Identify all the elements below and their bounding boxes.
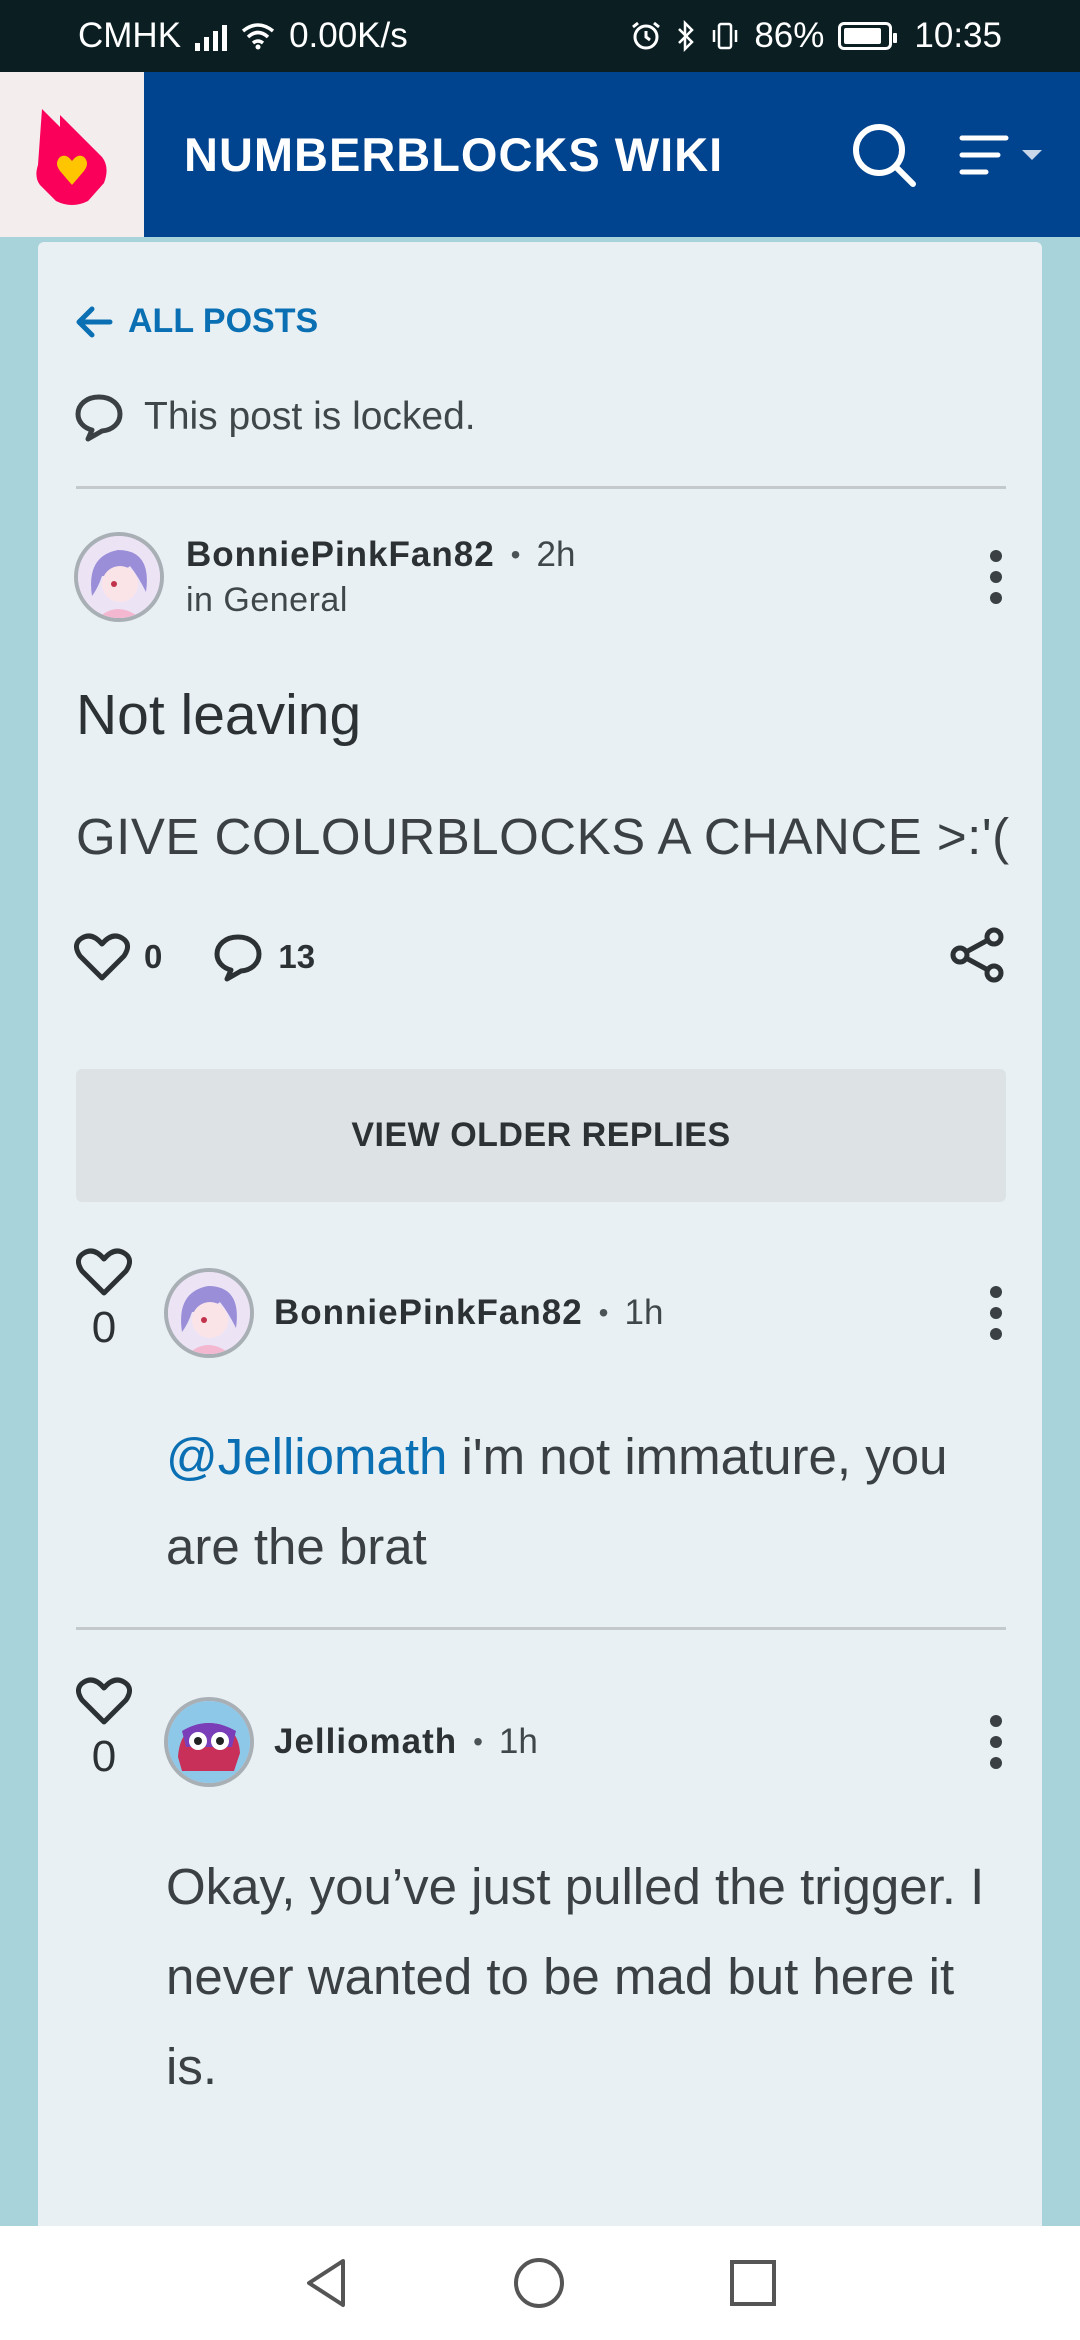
avatar[interactable] (164, 1697, 254, 1787)
reply-author-name[interactable]: Jelliomath (274, 1722, 457, 1762)
divider (76, 1627, 1006, 1630)
post-author-name[interactable]: BonniePinkFan82 (186, 535, 495, 575)
post-header: BonniePinkFan82 • 2h in General (74, 532, 575, 622)
bonnie-avatar-image (168, 1272, 250, 1354)
share-button[interactable] (948, 927, 1006, 988)
bluetooth-icon (678, 20, 695, 52)
reply-more-options-button[interactable] (976, 1707, 1016, 1777)
post-actions: 0 13 (74, 927, 1006, 987)
battery-icon (838, 22, 898, 50)
reply-header: BonniePinkFan82 • 1h (164, 1268, 663, 1358)
status-bar: CMHK 0.00K/s 86% 10:35 (0, 0, 1080, 72)
reply-like-button[interactable]: 0 (74, 1676, 134, 1782)
separator-dot: • (473, 1726, 483, 1757)
reply-like-count: 0 (91, 1732, 117, 1781)
bonnie-avatar-image (78, 536, 160, 618)
post-more-options-button[interactable] (976, 542, 1016, 612)
arrow-left-icon (76, 306, 113, 337)
wiki-title[interactable]: NUMBERBLOCKS WIKI (184, 127, 844, 182)
locked-notice: This post is locked. (74, 392, 476, 442)
clock: 10:35 (914, 16, 1002, 55)
divider (76, 486, 1006, 489)
avatar[interactable] (74, 532, 164, 622)
back-nav-icon[interactable] (301, 2255, 351, 2311)
post-title: Not leaving (76, 683, 362, 747)
reply-more-options-button[interactable] (976, 1278, 1016, 1348)
all-posts-label: ALL POSTS (128, 302, 319, 340)
view-older-replies-button[interactable]: VIEW OLDER REPLIES (76, 1069, 1006, 1202)
share-icon (950, 927, 1004, 983)
comment-count: 13 (278, 938, 316, 975)
all-posts-link[interactable]: ALL POSTS (74, 302, 318, 341)
search-icon (853, 123, 916, 187)
recents-nav-icon[interactable] (727, 2257, 779, 2309)
wifi-icon (241, 23, 275, 50)
reply-like-button[interactable]: 0 (74, 1247, 134, 1353)
comments-button[interactable]: 13 (212, 932, 315, 982)
reply-like-count: 0 (91, 1303, 117, 1352)
reply-body: Okay, you’ve just pulled the trigger. I … (166, 1858, 985, 2095)
avatar[interactable] (164, 1268, 254, 1358)
heart-icon (74, 933, 130, 981)
post-body: GIVE COLOURBLOCKS A CHANCE >:'( (76, 808, 1010, 865)
menu-icon (959, 135, 1042, 174)
fandom-heart-logo-icon (36, 108, 107, 205)
post-category[interactable]: in General (186, 581, 575, 620)
separator-dot: • (598, 1297, 609, 1328)
comment-icon (75, 394, 123, 442)
reply-body: @Jelliomath i'm not immature, you are th… (166, 1412, 1006, 1592)
locked-text: This post is locked. (144, 395, 476, 438)
alarm-icon (632, 21, 661, 50)
comment-icon (214, 934, 262, 982)
reply-time: 1h (498, 1722, 538, 1761)
wiki-header: NUMBERBLOCKS WIKI (0, 72, 1080, 237)
heart-icon (76, 1248, 132, 1296)
like-count: 0 (144, 938, 163, 975)
mention-link[interactable]: @Jelliomath (166, 1428, 447, 1485)
post-card: ALL POSTS This post is locked. BonniePin… (38, 242, 1042, 2242)
reply-header: Jelliomath • 1h (164, 1697, 538, 1787)
carrier-label: CMHK (78, 16, 182, 55)
network-speed: 0.00K/s (289, 16, 408, 55)
vibrate-icon (713, 22, 738, 50)
reply-time: 1h (624, 1293, 664, 1332)
search-button[interactable] (844, 115, 924, 195)
home-nav-icon[interactable] (511, 2255, 567, 2311)
heart-icon (76, 1677, 132, 1725)
fandom-logo[interactable] (0, 72, 144, 237)
system-navigation-bar (0, 2226, 1080, 2340)
menu-button[interactable] (958, 115, 1058, 195)
signal-icon (195, 21, 228, 51)
like-button[interactable]: 0 (74, 932, 162, 982)
battery-percent: 86% (754, 16, 825, 55)
reply-author-name[interactable]: BonniePinkFan82 (274, 1293, 583, 1333)
post-time: 2h (536, 534, 576, 574)
separator-dot: • (510, 538, 521, 570)
jelliomath-avatar-image (168, 1701, 250, 1783)
